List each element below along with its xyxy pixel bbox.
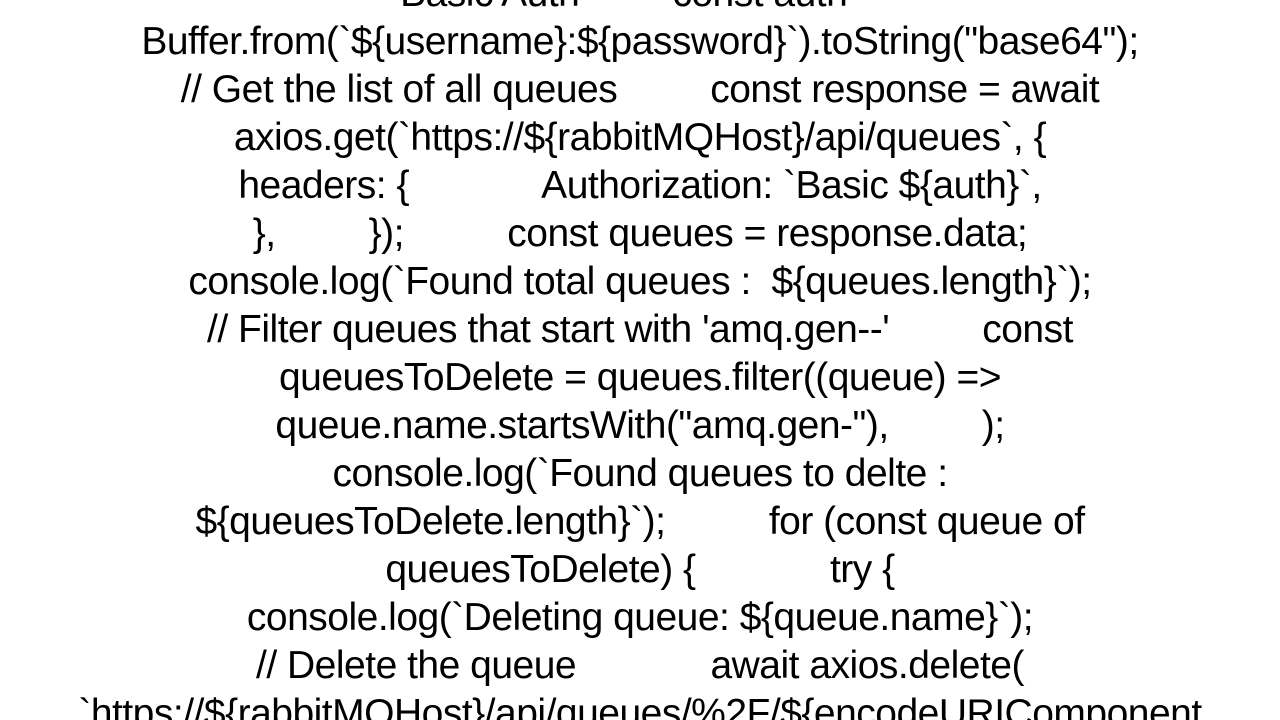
code-line: queuesToDelete) { try { xyxy=(385,546,894,594)
code-line: axios.get(`https://${rabbitMQHost}/api/q… xyxy=(234,114,1046,162)
code-line: console.log(`Found queues to delte : xyxy=(332,450,947,498)
code-line: queue.name.startsWith("amq.gen-"), ); xyxy=(275,402,1004,450)
code-line: `https://${rabbitMQHost}/api/queues/%2F/… xyxy=(78,690,1201,720)
code-line: Basic Auth const auth = xyxy=(400,0,880,18)
code-line: console.log(`Found total queues : ${queu… xyxy=(188,258,1091,306)
code-line: // Delete the queue await axios.delete( xyxy=(256,642,1024,690)
code-line: // Get the list of all queues const resp… xyxy=(181,66,1099,114)
code-line: headers: { Authorization: `Basic ${auth}… xyxy=(238,162,1041,210)
code-line: queuesToDelete = queues.filter((queue) =… xyxy=(279,354,1001,402)
code-line: console.log(`Deleting queue: ${queue.nam… xyxy=(247,594,1033,642)
code-text-block: Basic Auth const auth = Buffer.from(`${u… xyxy=(0,0,1280,720)
code-line: ${queuesToDelete.length}`); for (const q… xyxy=(195,498,1084,546)
code-line: }, }); const queues = response.data; xyxy=(253,210,1028,258)
code-line: // Filter queues that start with 'amq.ge… xyxy=(207,306,1073,354)
code-line: Buffer.from(`${username}:${password}`).t… xyxy=(141,18,1138,66)
